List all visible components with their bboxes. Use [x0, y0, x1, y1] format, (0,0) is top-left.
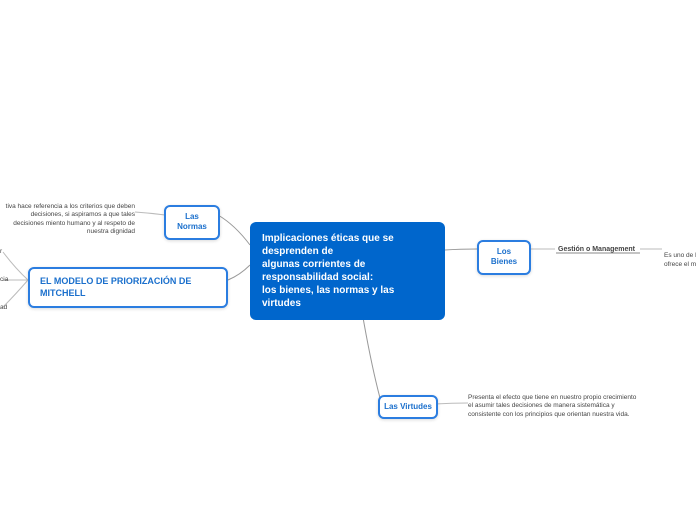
central-topic-text: Implicaciones éticas que se desprenden d…	[262, 233, 394, 309]
mitchell-clip-1: r	[0, 248, 2, 255]
branch-bienes[interactable]: Los Bienes	[477, 240, 531, 275]
branch-mitchell[interactable]: EL MODELO DE PRIORIZACIÓN DE MITCHELL	[28, 267, 228, 308]
note-virtudes-text: Presenta el efecto que tiene en nuestro …	[468, 394, 636, 418]
note-normas: tiva hace referencia a los criterios que…	[0, 203, 135, 237]
central-topic[interactable]: Implicaciones éticas que se desprenden d…	[250, 222, 445, 320]
branch-normas-label: Las Normas	[177, 212, 207, 231]
branch-bienes-label: Los Bienes	[491, 247, 517, 266]
note-gestion-text: Es uno de l ofrece el m	[664, 252, 696, 267]
branch-virtudes[interactable]: Las Virtudes	[378, 395, 438, 419]
note-normas-text: tiva hace referencia a los criterios que…	[6, 203, 135, 235]
subnode-gestion[interactable]: Gestión o Management	[558, 245, 635, 254]
note-gestion: Es uno de l ofrece el m	[664, 244, 696, 269]
branch-normas[interactable]: Las Normas	[164, 205, 220, 240]
note-virtudes: Presenta el efecto que tiene en nuestro …	[468, 394, 643, 419]
mitchell-clip-2: cia	[0, 276, 8, 283]
branch-mitchell-label: EL MODELO DE PRIORIZACIÓN DE MITCHELL	[40, 276, 191, 298]
subnode-gestion-label: Gestión o Management	[558, 246, 635, 253]
branch-virtudes-label: Las Virtudes	[384, 402, 432, 411]
mitchell-clip-3: ad	[0, 304, 7, 311]
